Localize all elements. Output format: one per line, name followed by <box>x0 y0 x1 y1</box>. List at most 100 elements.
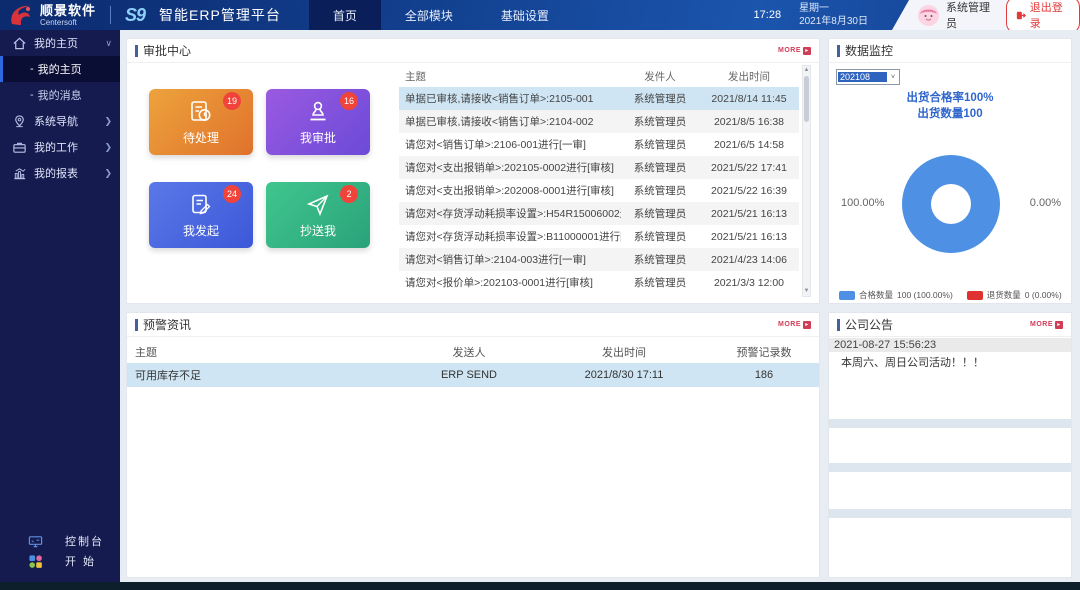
logout-button[interactable]: 退出登录 <box>1006 0 1080 34</box>
chart-left-label: 100.00% <box>841 197 884 209</box>
period-select[interactable]: 202108 ˅ <box>836 69 900 85</box>
home-icon <box>12 36 27 51</box>
tile-cc-to-me[interactable]: 2 抄送我 <box>266 182 370 248</box>
approval-more-button[interactable]: MORE ▸ <box>778 47 811 55</box>
more-arrow-icon: ▸ <box>1055 321 1063 329</box>
sidebar-item-my-home[interactable]: 我的主页 <box>0 56 120 82</box>
sidebar-item-label: 我的工作 <box>34 139 97 155</box>
tab-home[interactable]: 首页 <box>309 0 381 30</box>
tile-initiated-by-me[interactable]: 24 我发起 <box>149 182 253 248</box>
sidebar-item-my-messages[interactable]: 我的消息 <box>0 82 120 108</box>
row-time: 2021/3/3 12:00 <box>699 277 799 289</box>
more-label: MORE <box>1030 321 1053 328</box>
product-logo: S9 <box>125 5 145 26</box>
row-sender: 系统管理员 <box>621 252 699 267</box>
chevron-right-icon: ❯ <box>104 116 112 127</box>
col-time: 发出时间 <box>539 344 709 360</box>
approval-table-row[interactable]: 请您对<存货浮动耗损率设置>:H54R15006002进行[审核] 系统管理员 … <box>399 202 799 225</box>
col-subject: 主题 <box>399 69 621 84</box>
alert-table-row[interactable]: 可用库存不足 ERP SEND 2021/8/30 17:11 186 <box>127 363 819 387</box>
start-button[interactable]: 开 始 <box>0 552 120 570</box>
row-time: 2021/5/21 16:13 <box>699 231 799 243</box>
current-user-name: 系统管理员 <box>946 0 997 31</box>
chart-legend: 合格数量 100 (100.00%) 退货数量 0 (0.00%) <box>839 289 1062 301</box>
sidebar-item-label: 我的报表 <box>34 165 97 181</box>
row-time: 2021/5/22 17:41 <box>699 162 799 174</box>
period-select-value: 202108 <box>838 72 887 82</box>
row-sender: 系统管理员 <box>621 206 699 221</box>
logout-icon <box>1016 10 1026 21</box>
announcement-date[interactable]: 2021-08-27 15:56:23 <box>829 338 1071 352</box>
row-sender: 系统管理员 <box>621 91 699 106</box>
scroll-thumb[interactable] <box>804 76 809 122</box>
row-subject: 请您对<销售订单>:2106-001进行[一审] <box>399 137 621 152</box>
sidebar-item-my-work[interactable]: 我的工作 ❯ <box>0 134 120 160</box>
approval-table-row[interactable]: 请您对<支出报销单>:202105-0002进行[审核] 系统管理员 2021/… <box>399 156 799 179</box>
legend-value: 100 (100.00%) <box>897 290 953 300</box>
approval-table-row[interactable]: 单据已审核,请接收<销售订单>:2104-002 系统管理员 2021/8/5 … <box>399 110 799 133</box>
row-sender: 系统管理员 <box>621 137 699 152</box>
tab-basic-settings[interactable]: 基础设置 <box>477 0 573 30</box>
row-time: 2021/8/5 16:38 <box>699 116 799 128</box>
bar-chart-icon <box>12 166 27 181</box>
sidebar: 我的主页 ∨ 我的主页 我的消息 系统导航 ❯ 我的工作 ❯ 我的报表 ❯ <box>0 30 120 582</box>
donut-hole <box>931 184 971 224</box>
pending-badge: 19 <box>223 92 241 110</box>
row-subject: 单据已审核,请接收<销售订单>:2105-001 <box>399 91 621 106</box>
chevron-right-icon: ❯ <box>104 142 112 153</box>
row-time: 2021/5/21 16:13 <box>699 208 799 220</box>
more-label: MORE <box>778 321 801 328</box>
current-time: 17:28 <box>754 9 782 21</box>
row-subject: 单据已审核,请接收<销售订单>:2104-002 <box>399 114 621 129</box>
avatar-image <box>918 5 939 26</box>
legend-item[interactable]: 合格数量 100 (100.00%) <box>839 289 953 301</box>
panel-title: 审批中心 <box>135 42 191 59</box>
avatar[interactable] <box>918 5 939 26</box>
chevron-right-icon: ❯ <box>104 168 112 179</box>
donut-chart[interactable] <box>902 155 1000 253</box>
announcement-text: 本周六、周日公司活动！！！ <box>829 354 1071 370</box>
legend-value: 0 (0.00%) <box>1025 290 1062 300</box>
approval-table-row[interactable]: 请您对<销售订单>:2104-003进行[一审] 系统管理员 2021/4/23… <box>399 248 799 271</box>
tile-label: 我发起 <box>183 222 219 239</box>
alerts-more-button[interactable]: MORE ▸ <box>778 321 811 329</box>
more-arrow-icon: ▸ <box>803 321 811 329</box>
console-button[interactable]: 控制台 <box>0 532 120 550</box>
logout-label: 退出登录 <box>1030 0 1070 31</box>
chevron-down-icon: ∨ <box>105 38 112 49</box>
chevron-down-icon: ˅ <box>887 74 899 81</box>
scroll-up-icon[interactable]: ▲ <box>803 66 810 75</box>
scroll-down-icon[interactable]: ▼ <box>803 287 810 296</box>
tile-pending[interactable]: 19 待处理 <box>149 89 253 155</box>
sidebar-item-system-nav[interactable]: 系统导航 ❯ <box>0 108 120 134</box>
bottom-taskbar-strip <box>0 582 1080 590</box>
row-time: 2021/6/5 14:58 <box>699 139 799 151</box>
company-logo-icon <box>8 2 34 28</box>
empty-row-divider <box>829 419 1071 428</box>
product-name: 智能ERP管理平台 <box>159 5 281 25</box>
approval-table-row[interactable]: 请您对<存货浮动耗损率设置>:B11000001进行[审核] 系统管理员 202… <box>399 225 799 248</box>
col-sender: 发送人 <box>399 344 539 360</box>
tile-my-approvals[interactable]: 16 我审批 <box>266 89 370 155</box>
row-sender: 系统管理员 <box>621 229 699 244</box>
sidebar-item-my-reports[interactable]: 我的报表 ❯ <box>0 160 120 186</box>
row-sender: 系统管理员 <box>621 183 699 198</box>
approval-table-row[interactable]: 请您对<报价单>:202103-0001进行[审核] 系统管理员 2021/3/… <box>399 271 799 294</box>
paper-plane-icon <box>305 192 331 218</box>
chart-right-label: 0.00% <box>1030 197 1061 209</box>
tile-label: 我审批 <box>300 129 336 146</box>
panel-title: 数据监控 <box>837 42 893 59</box>
sidebar-group-my-home[interactable]: 我的主页 ∨ <box>0 30 120 56</box>
clock-block: 17:28 星期一 2021年8月30日 <box>754 2 868 29</box>
legend-item[interactable]: 退货数量 0 (0.00%) <box>967 289 1062 301</box>
row-time: 2021/8/14 11:45 <box>699 93 799 105</box>
approval-scrollbar[interactable]: ▲ ▼ <box>802 65 811 297</box>
empty-row-divider <box>829 509 1071 518</box>
approval-table-row[interactable]: 请您对<支出报销单>:202008-0001进行[审核] 系统管理员 2021/… <box>399 179 799 202</box>
approval-table-row[interactable]: 单据已审核,请接收<销售订单>:2105-001 系统管理员 2021/8/14… <box>399 87 799 110</box>
approval-table-row[interactable]: 请您对<销售订单>:2106-001进行[一审] 系统管理员 2021/6/5 … <box>399 133 799 156</box>
doc-edit-icon <box>188 192 214 218</box>
tab-all-modules[interactable]: 全部模块 <box>381 0 477 30</box>
announcements-more-button[interactable]: MORE ▸ <box>1030 321 1063 329</box>
row-subject: 请您对<销售订单>:2104-003进行[一审] <box>399 252 621 267</box>
